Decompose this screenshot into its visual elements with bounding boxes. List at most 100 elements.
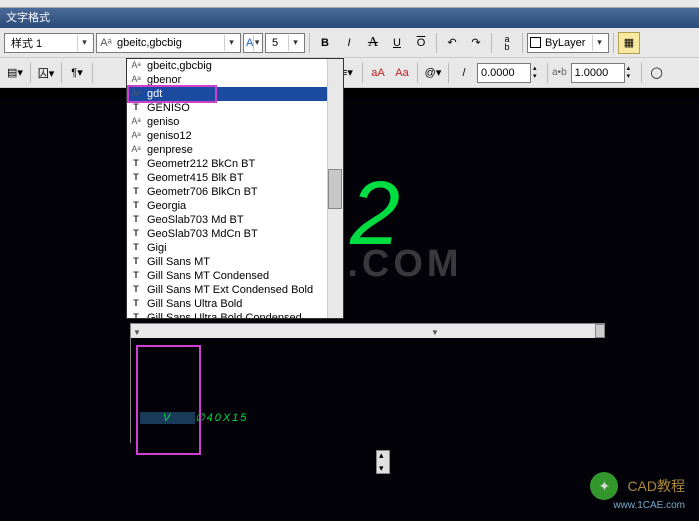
text-toolbar-2: ▤▾ 囚▾ ¶▾ ≡▾ aA Aa @▾ / 0.0000 ▴ ▾ a•b 1.… — [0, 58, 699, 88]
font-list-item[interactable]: TGeorgia — [127, 199, 343, 213]
truetype-font-icon: T — [129, 214, 143, 226]
mtext-content[interactable]: V∅40X15 — [140, 348, 248, 440]
font-list-item[interactable]: Aᵃ genprese — [127, 143, 343, 157]
font-dropdown-list[interactable]: Aᵃgbeitc,gbcbigAᵃgbenorAᵃgdtTGENISOAᵃgen… — [126, 58, 344, 319]
annotative-dropdown[interactable]: A — [243, 33, 263, 53]
mtext-rest[interactable]: ∅40X15 — [195, 412, 248, 424]
font-list-item[interactable]: TGill Sans Ultra Bold — [127, 297, 343, 311]
watermark-corner: ✦ CAD教程 www.1CAE.com — [590, 472, 685, 511]
ruler-button[interactable]: ▦ — [618, 32, 640, 54]
underline-button[interactable]: U — [386, 32, 408, 54]
font-list-item[interactable]: Aᵃgeniso12 — [127, 129, 343, 143]
overline-button[interactable]: O — [410, 32, 432, 54]
font-item-label: Gigi — [147, 242, 167, 254]
mtext-selected-char[interactable]: V — [140, 412, 195, 424]
truetype-font-icon: T — [129, 186, 143, 198]
drawing-canvas[interactable]: 2 1CAE.COM V∅40X15 ✦ CAD教程 www.1CAE.com — [0, 98, 699, 521]
para-menu-button[interactable]: ¶▾ — [66, 62, 88, 84]
spin-up-icon[interactable]: ▴ — [627, 65, 637, 73]
ruler-handle[interactable] — [595, 324, 605, 338]
bold-button[interactable]: B — [314, 32, 336, 54]
truetype-font-icon: T — [129, 298, 143, 310]
columns-button[interactable]: ▤▾ — [4, 62, 26, 84]
chevron-down-icon[interactable] — [77, 35, 91, 51]
undo-button[interactable]: ↶ — [441, 32, 463, 54]
text-style-value: 样式 1 — [7, 35, 77, 51]
font-item-label: geniso — [147, 116, 179, 128]
truetype-font-icon: T — [129, 172, 143, 184]
watermark-corner-text: CAD教程 — [627, 478, 685, 494]
shx-font-icon: Aᵃ — [129, 144, 143, 156]
font-item-label: Geometr415 Blk BT — [147, 172, 244, 184]
font-list-item[interactable]: TGill Sans MT Ext Condensed Bold — [127, 283, 343, 297]
spin-up-icon[interactable]: ▴ — [533, 65, 543, 73]
mtext-align-button[interactable]: 囚▾ — [35, 62, 57, 84]
font-list-item[interactable]: Aᵃgeniso — [127, 115, 343, 129]
oblique-button[interactable]: / — [453, 62, 475, 84]
font-list-item[interactable]: TGill Sans Ultra Bold Condensed — [127, 311, 343, 318]
text-style-dropdown[interactable]: 样式 1 — [4, 33, 94, 53]
chevron-down-icon[interactable] — [592, 35, 606, 51]
spin-down-icon[interactable]: ▾ — [627, 73, 637, 81]
font-list-item[interactable]: TGeometr212 BkCn BT — [127, 157, 343, 171]
mtext-ruler[interactable] — [131, 324, 605, 338]
font-list-item[interactable]: TGeoSlab703 MdCn BT — [127, 227, 343, 241]
separator — [362, 63, 363, 83]
canvas-text-2: 2 — [350, 163, 400, 266]
indent-marker-right[interactable] — [431, 326, 441, 336]
scrollbar[interactable] — [327, 59, 343, 318]
width-factor-label: a•b — [552, 67, 567, 78]
font-family-dropdown[interactable]: Aᵃ gbeitc,gbcbig — [96, 33, 241, 53]
lowercase-button[interactable]: Aa — [391, 62, 413, 84]
indent-marker-first[interactable] — [133, 326, 143, 336]
font-item-label: Geometr706 BlkCn BT — [147, 186, 258, 198]
truetype-font-icon: T — [129, 228, 143, 240]
font-item-label: Geometr212 BkCn BT — [147, 158, 255, 170]
font-item-label: genprese — [147, 144, 193, 156]
font-item-label: Gill Sans MT — [147, 256, 210, 268]
font-family-value: gbeitc,gbcbig — [113, 37, 224, 49]
font-size-dropdown[interactable]: 5 — [265, 33, 305, 53]
width-spinner[interactable]: ▴ ▾ — [627, 65, 637, 81]
tracking-spinner[interactable]: ▴ ▾ — [533, 65, 543, 81]
font-size-value: 5 — [268, 37, 288, 49]
shx-font-icon: Aᵃ — [129, 74, 143, 86]
shx-font-icon: Aᵃ — [129, 60, 143, 72]
italic-button[interactable]: I — [338, 32, 360, 54]
uppercase-button[interactable]: aA — [367, 62, 389, 84]
font-item-label: Gill Sans MT Condensed — [147, 270, 269, 282]
chevron-down-icon[interactable] — [288, 35, 302, 51]
redo-button[interactable]: ↷ — [465, 32, 487, 54]
text-toolbar-1: 样式 1 Aᵃ gbeitc,gbcbig A 5 B I A U O ↶ ↷ … — [0, 28, 699, 58]
font-list-item[interactable]: T Gill Sans MT — [127, 255, 343, 269]
font-list-item[interactable]: T GENISO — [127, 101, 343, 115]
font-list-item[interactable]: Aᵃgbeitc,gbcbig — [127, 59, 343, 73]
separator — [491, 33, 492, 53]
text-color-dropdown[interactable]: ByLayer — [527, 33, 609, 53]
tracking-field[interactable]: 0.0000 — [477, 63, 531, 83]
chevron-down-icon[interactable] — [224, 35, 238, 51]
font-list-item[interactable]: TGigi — [127, 241, 343, 255]
font-list-item[interactable]: T Geometr706 BlkCn BT — [127, 185, 343, 199]
mtext-height-spinner[interactable] — [376, 450, 390, 474]
options-button[interactable]: ◯ — [646, 62, 668, 84]
font-list-item[interactable]: TGeoSlab703 Md BT — [127, 213, 343, 227]
truetype-font-icon: T — [129, 256, 143, 268]
font-item-label: GENISO — [147, 102, 190, 114]
spin-down-icon[interactable]: ▾ — [533, 73, 543, 81]
scrollbar-thumb[interactable] — [328, 169, 342, 209]
shx-font-icon: Aᵃ — [99, 36, 113, 50]
truetype-font-icon: T — [129, 102, 143, 114]
font-list-item[interactable]: Aᵃgdt — [127, 87, 343, 101]
font-list-item[interactable]: T Geometr415 Blk BT — [127, 171, 343, 185]
truetype-font-icon: T — [129, 284, 143, 296]
font-list-item[interactable]: Aᵃgbenor — [127, 73, 343, 87]
strike-button[interactable]: A — [362, 32, 384, 54]
width-factor-field[interactable]: 1.0000 — [571, 63, 625, 83]
stack-button[interactable]: ab — [496, 32, 518, 54]
chevron-down-icon[interactable] — [253, 35, 260, 51]
panel-title: 文字格式 — [0, 8, 699, 28]
separator — [30, 63, 31, 83]
symbol-button[interactable]: @▾ — [422, 62, 444, 84]
font-list-item[interactable]: TGill Sans MT Condensed — [127, 269, 343, 283]
